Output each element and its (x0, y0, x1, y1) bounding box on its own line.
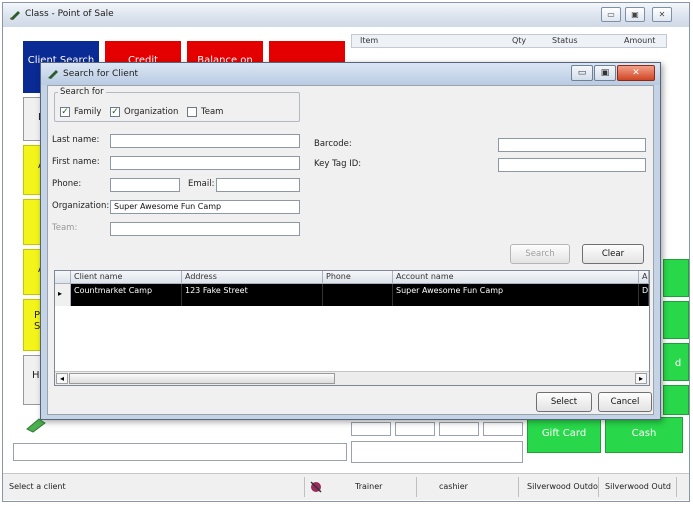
status-bar: Select a client Trainer cashier Silverwo… (3, 473, 689, 500)
select-button[interactable]: Select (536, 392, 592, 412)
green-tile-4[interactable] (663, 385, 689, 415)
status-mode: Trainer (351, 477, 417, 497)
col-qty: Qty (512, 36, 527, 45)
green-tile-3[interactable]: d (663, 343, 689, 381)
last-name-label: Last name: (52, 135, 100, 145)
entry-box-2[interactable] (395, 422, 435, 436)
organization-field-label: Organization: (52, 201, 110, 211)
search-for-client-dialog: Search for Client ▭ ▣ ✕ Search for ✓ Fam… (40, 62, 661, 420)
table-row-account-name[interactable]: Super Awesome Fun Camp (393, 284, 639, 306)
green-tile-2[interactable] (663, 301, 689, 339)
close-button[interactable]: ✕ (652, 7, 672, 22)
table-row-a[interactable]: D (639, 284, 649, 306)
gift-card-tile[interactable]: Gift Card (527, 417, 601, 453)
scroll-left-arrow[interactable]: ◂ (56, 373, 68, 384)
status-message: Select a client (5, 477, 305, 497)
training-mode-icon (309, 480, 323, 497)
line-items-header: Item Qty Status Amount (351, 34, 667, 48)
family-checkbox[interactable]: ✓ (60, 107, 70, 117)
barcode-input[interactable] (498, 138, 646, 152)
table-row-address[interactable]: 123 Fake Street (182, 284, 323, 306)
main-title-bar: Class - Point of Sale ▭ ▣ ✕ (3, 3, 689, 27)
minimize-button[interactable]: ▭ (601, 7, 621, 22)
dialog-minimize-button[interactable]: ▭ (571, 65, 593, 81)
grid-col-client-name[interactable]: Client name (71, 271, 182, 284)
dialog-title-bar: Search for Client ▭ ▣ ✕ (41, 63, 660, 85)
grid-col-account-name[interactable]: Account name (393, 271, 639, 284)
team-checkbox[interactable] (187, 107, 197, 117)
dialog-close-button[interactable]: ✕ (617, 65, 655, 81)
key-tag-id-input[interactable] (498, 158, 646, 172)
main-window-title: Class - Point of Sale (25, 9, 114, 19)
entry-box-3[interactable] (439, 422, 479, 436)
first-name-label: First name: (52, 157, 100, 167)
row-selector[interactable]: ▸ (55, 284, 71, 306)
col-status: Status (552, 36, 578, 45)
col-item: Item (360, 36, 379, 45)
search-client-icon (47, 68, 59, 80)
cash-tile[interactable]: Cash (605, 417, 683, 453)
entry-box-1[interactable] (351, 422, 391, 436)
status-role: cashier (435, 477, 519, 497)
grid-col-a[interactable]: A (639, 271, 649, 284)
scroll-right-arrow[interactable]: ▸ (635, 373, 647, 384)
key-tag-id-label: Key Tag ID: (314, 159, 362, 169)
search-for-legend: Search for (58, 87, 106, 97)
green-tile-3-label: d (674, 358, 682, 369)
team-option-label: Team (201, 107, 224, 117)
barcode-label: Barcode: (314, 139, 352, 149)
grid-corner (55, 271, 71, 284)
table-row-client-name[interactable]: Countmarket Camp (71, 284, 182, 306)
first-name-input[interactable] (110, 156, 300, 170)
organization-label: Organization (124, 107, 179, 117)
green-tile-1[interactable] (663, 259, 689, 297)
cancel-button[interactable]: Cancel (598, 392, 652, 412)
status-location-2: Silverwood Outd (601, 477, 677, 497)
team-input[interactable] (110, 222, 300, 236)
gift-card-label: Gift Card (541, 428, 587, 439)
email-label: Email: (188, 179, 215, 189)
phone-input[interactable] (110, 178, 180, 192)
organization-input[interactable]: Super Awesome Fun Camp (110, 200, 300, 214)
message-box (13, 443, 347, 461)
phone-label: Phone: (52, 179, 82, 189)
horizontal-scrollbar[interactable]: ◂ ▸ (55, 371, 649, 385)
scroll-thumb[interactable] (69, 373, 335, 384)
grid-col-phone[interactable]: Phone (323, 271, 393, 284)
cash-label: Cash (631, 428, 657, 439)
family-label: Family (74, 107, 102, 117)
grid-col-address[interactable]: Address (182, 271, 323, 284)
clear-button[interactable]: Clear (582, 244, 644, 264)
total-box (351, 441, 523, 463)
dialog-title: Search for Client (63, 69, 139, 79)
entry-box-4[interactable] (483, 422, 523, 436)
dialog-maximize-button[interactable]: ▣ (594, 65, 616, 81)
maximize-button[interactable]: ▣ (625, 7, 645, 22)
col-amount: Amount (624, 36, 656, 45)
search-button[interactable]: Search (510, 244, 570, 264)
app-icon (9, 9, 21, 24)
email-input[interactable] (216, 178, 300, 192)
client-results-grid: Client name Address Phone Account name A… (54, 270, 650, 386)
dialog-body: Search for ✓ Family ✓ Organization Team … (47, 85, 654, 415)
status-location-1: Silverwood Outdo (523, 477, 599, 497)
last-name-input[interactable] (110, 134, 300, 148)
team-field-label: Team: (52, 223, 78, 233)
table-row-phone[interactable] (323, 284, 393, 306)
organization-checkbox[interactable]: ✓ (110, 107, 120, 117)
